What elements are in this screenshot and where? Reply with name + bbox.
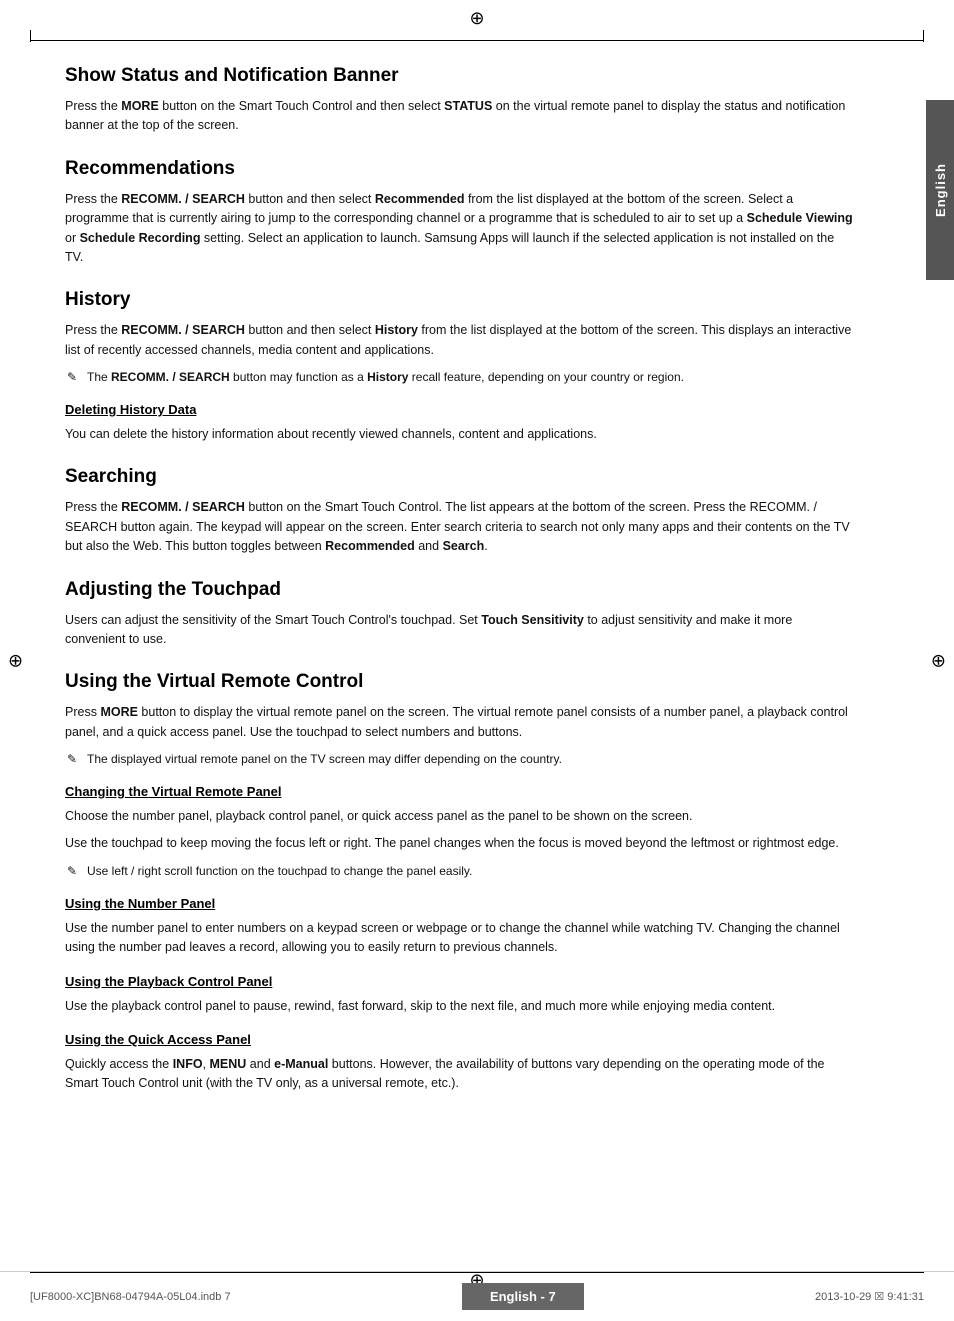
searching-para: Press the RECOMM. / SEARCH button on the… — [65, 498, 855, 556]
corner-tr — [923, 30, 924, 42]
touchpad-para: Users can adjust the sensitivity of the … — [65, 611, 855, 650]
number-panel-para: Use the number panel to enter numbers on… — [65, 919, 855, 958]
reg-mark-left: ⊕ — [8, 650, 23, 671]
corner-tl — [30, 30, 31, 42]
footer-left: [UF8000-XC]BN68-04794A-05L04.indb 7 — [30, 1291, 231, 1303]
section-heading-virtual-remote: Using the Virtual Remote Control — [65, 671, 855, 693]
show-status-para: Press the MORE button on the Smart Touch… — [65, 97, 855, 136]
footer-center: English - 7 — [462, 1283, 584, 1310]
virtual-remote-note: The displayed virtual remote panel on th… — [65, 750, 855, 768]
history-para: Press the RECOMM. / SEARCH button and th… — [65, 321, 855, 360]
reg-mark-right: ⊕ — [931, 650, 946, 671]
subsection-heading-playback-control: Using the Playback Control Panel — [65, 974, 855, 989]
section-heading-touchpad: Adjusting the Touchpad — [65, 579, 855, 601]
recommendations-para: Press the RECOMM. / SEARCH button and th… — [65, 190, 855, 268]
subsection-heading-deleting-history: Deleting History Data — [65, 402, 855, 417]
main-content: Show Status and Notification Banner Pres… — [0, 0, 920, 1162]
language-tab: English — [926, 100, 954, 280]
language-tab-label: English — [933, 163, 948, 217]
section-heading-searching: Searching — [65, 466, 855, 488]
subsection-heading-changing-virtual-remote: Changing the Virtual Remote Panel — [65, 784, 855, 799]
quick-access-para: Quickly access the INFO, MENU and e-Manu… — [65, 1055, 855, 1094]
playback-control-para: Use the playback control panel to pause,… — [65, 997, 855, 1016]
changing-virtual-remote-para2: Use the touchpad to keep moving the focu… — [65, 834, 855, 853]
footer-right: 2013-10-29 ☒ 9:41:31 — [815, 1290, 924, 1303]
top-border — [30, 40, 924, 41]
subsection-heading-quick-access: Using the Quick Access Panel — [65, 1032, 855, 1047]
reg-mark-top: ⊕ — [469, 8, 484, 29]
history-note: The RECOMM. / SEARCH button may function… — [65, 368, 855, 386]
footer: [UF8000-XC]BN68-04794A-05L04.indb 7 Engl… — [0, 1271, 954, 1321]
page: ⊕ ⊕ ⊕ ⊕ English Show Status and Notifica… — [0, 0, 954, 1321]
section-heading-recommendations: Recommendations — [65, 158, 855, 180]
changing-virtual-remote-note: Use left / right scroll function on the … — [65, 862, 855, 880]
changing-virtual-remote-para1: Choose the number panel, playback contro… — [65, 807, 855, 826]
deleting-history-para: You can delete the history information a… — [65, 425, 855, 444]
virtual-remote-para: Press MORE button to display the virtual… — [65, 703, 855, 742]
section-heading-show-status: Show Status and Notification Banner — [65, 65, 855, 87]
section-heading-history: History — [65, 289, 855, 311]
subsection-heading-number-panel: Using the Number Panel — [65, 896, 855, 911]
